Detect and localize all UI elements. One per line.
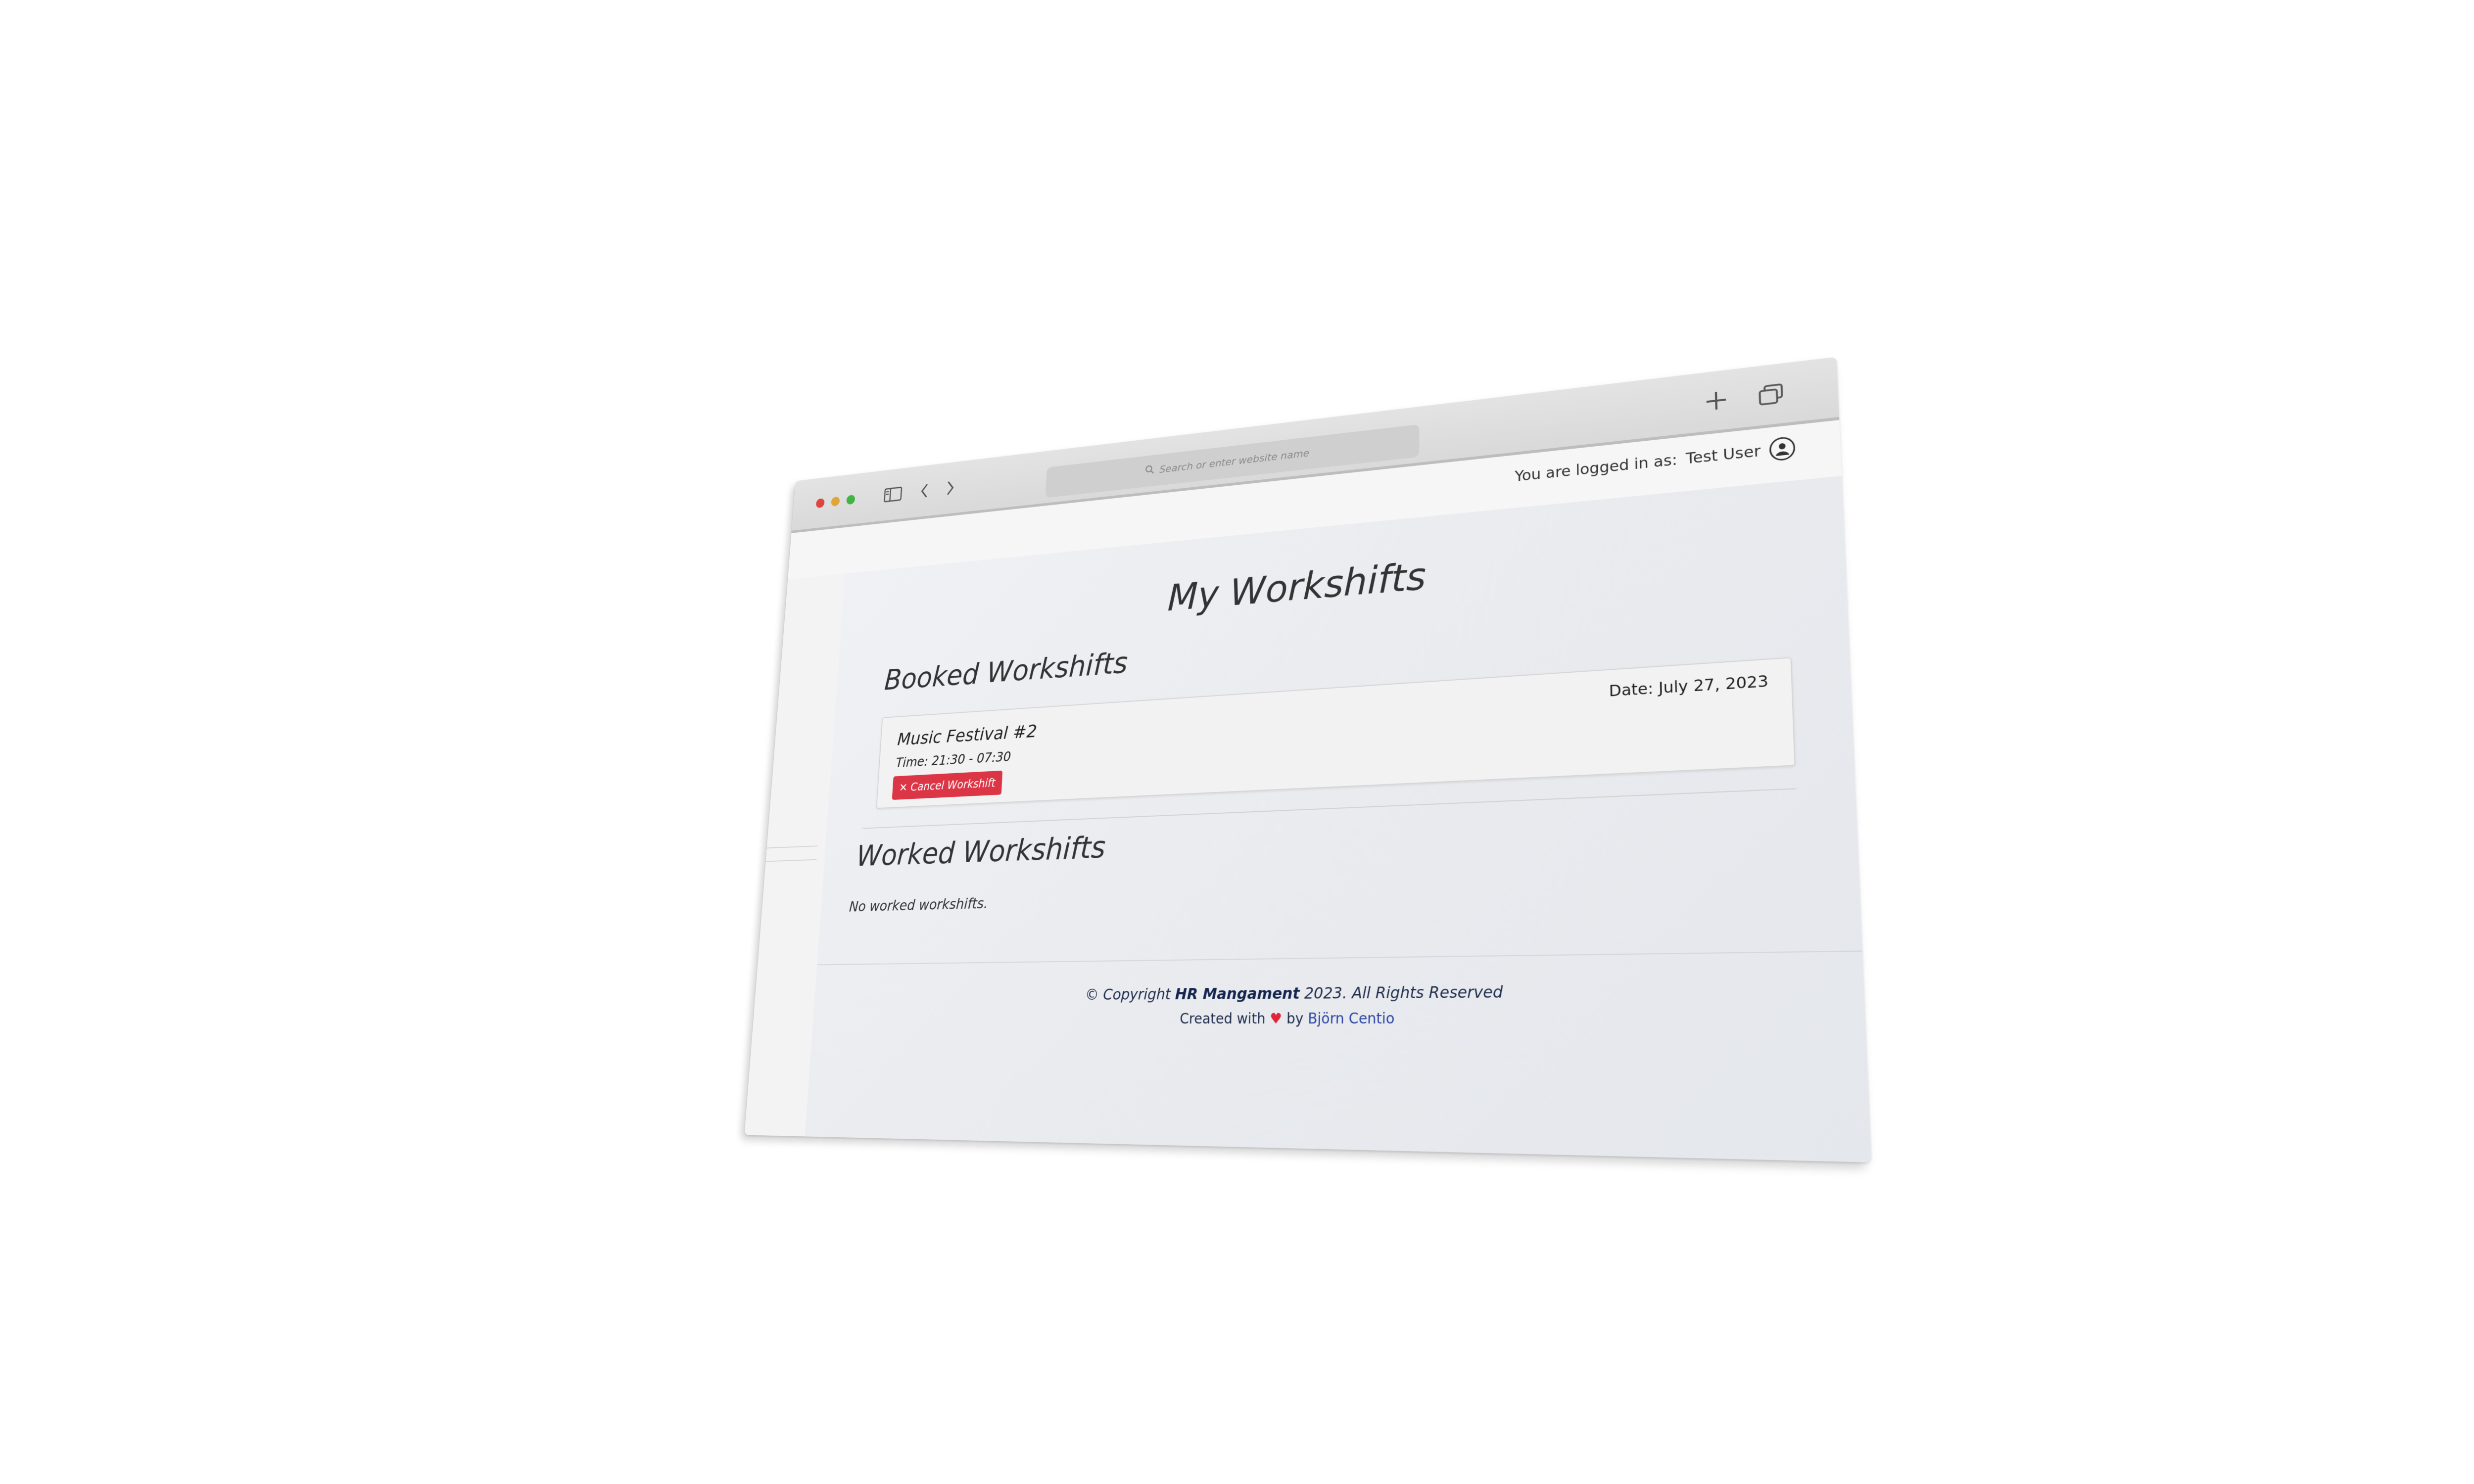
user-avatar-icon[interactable] [1769, 436, 1796, 462]
cancel-workshift-label: Cancel Workshift [910, 776, 996, 794]
mockup-scene: Search or enter website name You are log… [0, 0, 2474, 1484]
created-prefix: Created with [1179, 1010, 1266, 1027]
brand-name: HR Mangament [1175, 984, 1300, 1004]
browser-window: Search or enter website name You are log… [744, 357, 1872, 1162]
close-icon: ✕ [899, 781, 908, 794]
chevron-left-icon[interactable] [916, 480, 933, 502]
sidebar-icon[interactable] [881, 483, 905, 506]
created-by: by [1286, 1010, 1304, 1027]
plus-icon[interactable] [1700, 387, 1733, 414]
page-footer: © Copyright HR Mangament 2023. All Right… [805, 950, 1872, 1162]
workshift-time: Time: 21:30 - 07:30 [895, 749, 1011, 771]
user-name: Test User [1685, 442, 1761, 468]
credits-line: Created with ♥ by Björn Centio [812, 1008, 1865, 1027]
booked-section-title: Booked Workshifts [883, 645, 1129, 697]
worked-section-title: Worked Workshifts [856, 829, 1106, 873]
address-placeholder: Search or enter website name [1159, 447, 1310, 476]
minimize-window-button[interactable] [831, 496, 840, 507]
heart-icon: ♥ [1270, 1010, 1283, 1027]
copyright-prefix: © Copyright [1085, 985, 1171, 1004]
maximize-window-button[interactable] [846, 494, 856, 505]
workshift-date: Date: July 27, 2023 [1609, 672, 1769, 700]
author-link[interactable]: Björn Centio [1308, 1010, 1395, 1027]
search-icon [1144, 464, 1154, 478]
copyright-suffix: 2023. All Rights Reserved [1304, 983, 1503, 1003]
login-prefix: You are logged in as: [1515, 451, 1678, 485]
tabs-icon[interactable] [1754, 381, 1788, 409]
close-window-button[interactable] [815, 498, 825, 509]
main-content: My Workshifts Booked Workshifts Music Fe… [805, 475, 1872, 1162]
chevron-right-icon[interactable] [942, 477, 959, 499]
copyright-line: © Copyright HR Mangament 2023. All Right… [814, 980, 1864, 1005]
sidebar-divider [765, 859, 817, 862]
sidebar-divider [766, 845, 818, 849]
cancel-workshift-button[interactable]: ✕ Cancel Workshift [892, 770, 1003, 800]
workshift-name: Music Festival #2 [897, 721, 1038, 749]
worked-empty-text: No worked workshifts. [849, 895, 989, 916]
